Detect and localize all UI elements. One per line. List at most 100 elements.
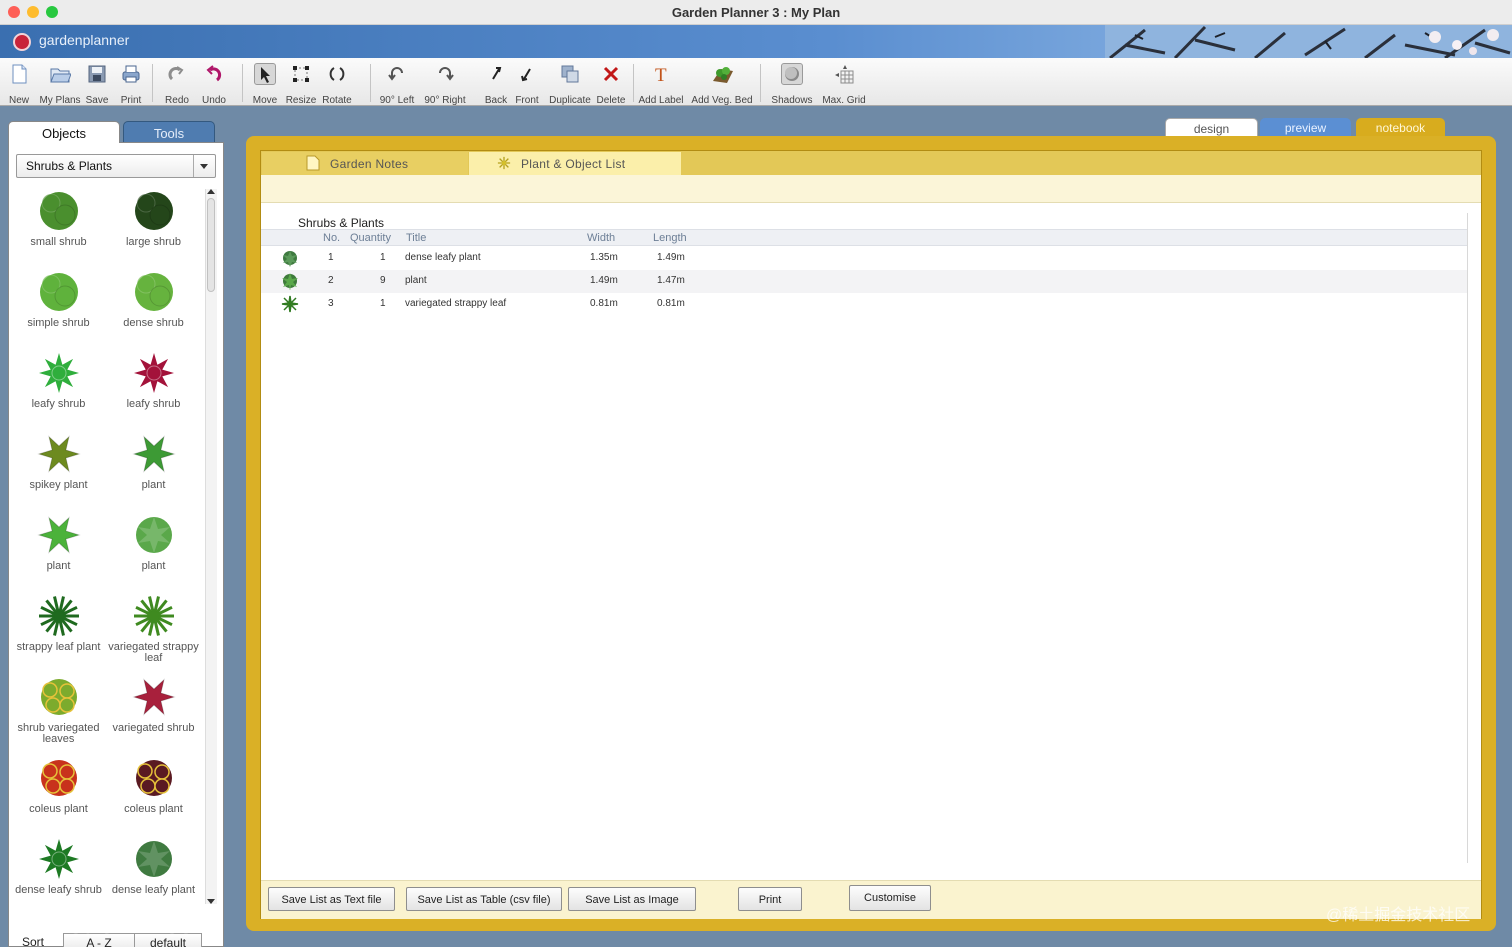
row-length: 1.47m — [657, 275, 685, 286]
my-plans-button[interactable]: My Plans — [38, 60, 82, 106]
scroll-down-arrow-icon[interactable] — [207, 899, 215, 904]
save-image-button[interactable]: Save List as Image — [568, 887, 696, 911]
pointer-arrow-icon — [254, 63, 276, 85]
plant-item-label: variegated shrub — [112, 722, 195, 734]
row-title: dense leafy plant — [405, 252, 481, 263]
tab-design[interactable]: design — [1165, 118, 1258, 138]
plant-item[interactable]: leafy shrub — [11, 351, 106, 432]
plant-library-grid: small shrub large shrub simple shrub dense … — [11, 189, 201, 909]
plant-item[interactable]: coleus plant — [106, 756, 201, 837]
rotate-left-icon — [386, 63, 408, 85]
plant-item[interactable]: spikey plant — [11, 432, 106, 513]
plant-item[interactable]: coleus plant — [11, 756, 106, 837]
plant-item-label: strappy leaf plant — [16, 641, 101, 653]
column-header-no: No. — [323, 232, 341, 244]
plant-item[interactable]: dense shrub — [106, 270, 201, 351]
rotate-left-button[interactable]: 90° Left — [378, 60, 416, 106]
chevron-down-icon[interactable] — [193, 155, 215, 177]
redo-arrow-icon — [166, 63, 188, 85]
plant-item-label: dense shrub — [123, 317, 184, 329]
plant-item[interactable]: small shrub — [11, 189, 106, 270]
window-title-bar: Garden Planner 3 : My Plan — [0, 0, 1512, 25]
shadows-toggle-button[interactable]: Shadows — [769, 60, 815, 106]
category-dropdown[interactable]: Shrubs & Plants — [16, 154, 216, 178]
delete-x-icon — [600, 63, 622, 85]
plant-item[interactable]: dense leafy plant — [106, 837, 201, 909]
table-row[interactable]: 3 1 variegated strappy leaf 0.81m 0.81m — [261, 293, 1467, 316]
plant-item[interactable]: simple shrub — [11, 270, 106, 351]
plant-item[interactable]: variegated strappy leaf — [106, 594, 201, 675]
row-title: variegated strappy leaf — [405, 298, 507, 309]
dense-shrub-icon — [135, 273, 173, 311]
row-quantity: 1 — [380, 298, 386, 309]
undo-arrow-icon — [203, 63, 225, 85]
scroll-up-arrow-icon[interactable] — [207, 189, 215, 194]
customise-button[interactable]: Customise — [849, 885, 931, 911]
plant-item[interactable]: leafy shrub — [106, 351, 201, 432]
bring-front-button[interactable]: Front — [513, 60, 541, 106]
notebook-tab-strip: Garden Notes Plant & Object List — [261, 151, 1481, 175]
delete-button[interactable]: Delete — [595, 60, 627, 106]
list-scrollbar[interactable] — [1467, 213, 1475, 863]
notebook-footer: Save List as Text file Save List as Tabl… — [261, 880, 1481, 919]
move-tool-button[interactable]: Move — [250, 60, 280, 106]
scrollbar-track[interactable] — [205, 189, 217, 904]
plant-object-list: Shrubs & Plants No. Quantity Title Width… — [261, 204, 1467, 864]
add-label-button[interactable]: T Add Label — [638, 60, 684, 106]
resize-tool-button[interactable]: Resize — [284, 60, 318, 106]
plant-item[interactable]: dense leafy shrub — [11, 837, 106, 909]
grid-icon — [833, 63, 855, 85]
duplicate-button[interactable]: Duplicate — [549, 60, 591, 106]
plant-item[interactable]: strappy leaf plant — [11, 594, 106, 675]
plant-item-label: plant — [141, 479, 166, 491]
table-row[interactable]: 1 1 dense leafy plant 1.35m 1.49m — [261, 247, 1467, 270]
table-row[interactable]: 2 9 plant 1.49m 1.47m — [261, 270, 1467, 293]
notebook-panel: Garden Notes Plant & Object List Shrubs … — [246, 136, 1496, 931]
tab-plant-object-list[interactable]: Plant & Object List — [469, 152, 681, 175]
row-no: 3 — [328, 298, 334, 309]
save-csv-button[interactable]: Save List as Table (csv file) — [406, 887, 562, 911]
plant-item[interactable]: large shrub — [106, 189, 201, 270]
duplicate-icon — [559, 63, 581, 85]
row-title: plant — [405, 275, 427, 286]
add-veg-bed-button[interactable]: Add Veg. Bed — [690, 60, 754, 106]
rotate-right-button[interactable]: 90° Right — [424, 60, 466, 106]
plant-item-label: simple shrub — [27, 317, 90, 329]
redo-button[interactable]: Redo — [162, 60, 192, 106]
plant-library-scrollbar[interactable] — [205, 189, 217, 904]
plant-item[interactable]: plant — [106, 432, 201, 513]
column-header-title: Title — [406, 232, 427, 244]
print-list-button[interactable]: Print — [738, 887, 802, 911]
undo-button[interactable]: Undo — [199, 60, 229, 106]
tab-objects[interactable]: Objects — [8, 121, 120, 143]
new-button[interactable]: New — [4, 60, 34, 106]
variegated-strappy-leaf-icon — [281, 295, 299, 313]
tab-preview[interactable]: preview — [1260, 118, 1351, 138]
tab-tools[interactable]: Tools — [123, 121, 215, 143]
tab-notebook[interactable]: notebook — [1356, 118, 1445, 138]
coleus-plant-dark-icon — [136, 760, 172, 796]
send-back-button[interactable]: Back — [483, 60, 509, 106]
plant-item-label: coleus plant — [124, 803, 183, 815]
plant-item[interactable]: plant — [11, 513, 106, 594]
max-grid-button[interactable]: Max. Grid — [820, 60, 868, 106]
main-toolbar: New My Plans Save Print Redo Undo Move R… — [0, 58, 1512, 106]
print-button[interactable]: Print — [116, 60, 146, 106]
notebook-page: Garden Notes Plant & Object List Shrubs … — [260, 150, 1482, 919]
column-header-quantity: Quantity — [350, 232, 391, 244]
tab-garden-notes-label: Garden Notes — [330, 157, 409, 171]
plant-item[interactable]: variegated shrub — [106, 675, 201, 756]
rotate-tool-button[interactable]: Rotate — [320, 60, 354, 106]
tab-garden-notes[interactable]: Garden Notes — [262, 152, 468, 175]
notes-page-icon — [306, 155, 320, 171]
plant-item[interactable]: plant — [106, 513, 201, 594]
save-text-file-button[interactable]: Save List as Text file — [268, 887, 395, 911]
rotate-arrows-icon — [326, 63, 348, 85]
row-length: 1.49m — [657, 252, 685, 263]
save-button[interactable]: Save — [84, 60, 110, 106]
plant-item[interactable]: shrub variegated leaves — [11, 675, 106, 756]
scrollbar-thumb[interactable] — [207, 198, 215, 292]
plant-item-label: dense leafy shrub — [15, 884, 102, 896]
object-library-sidebar: Objects Tools Shrubs & Plants small shru… — [6, 118, 224, 947]
toolbar-separator — [152, 64, 153, 102]
